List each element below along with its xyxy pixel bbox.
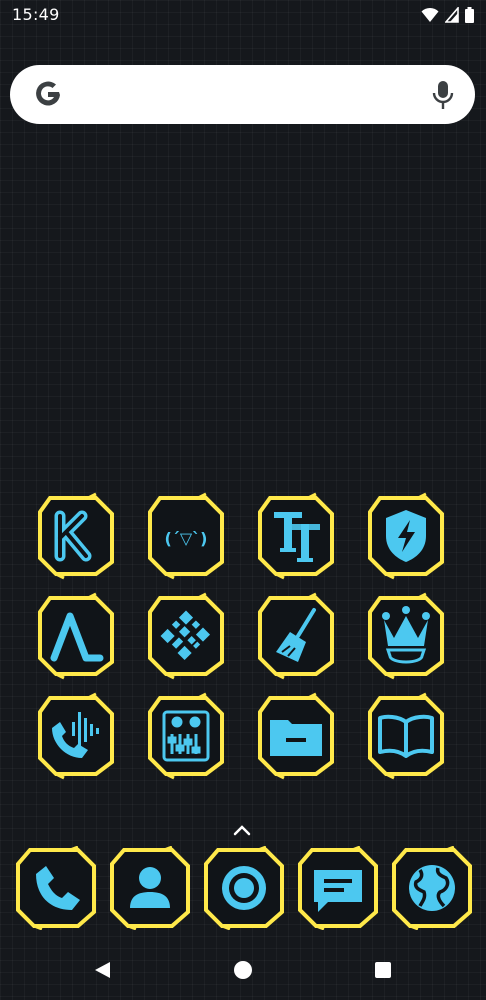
app-drawer-arrow[interactable] — [232, 822, 252, 841]
app-kaomoji[interactable]: (´▽`) — [144, 492, 228, 580]
dock-browser[interactable] — [390, 846, 474, 930]
app-qr[interactable] — [144, 592, 228, 680]
navigation-bar — [0, 940, 486, 1000]
dock-phone[interactable] — [14, 846, 98, 930]
chevron-up-icon — [233, 825, 251, 836]
app-zigzag[interactable] — [34, 592, 118, 680]
google-g-icon[interactable] — [32, 79, 64, 115]
cellular-signal-icon — [445, 7, 459, 23]
dock-messages[interactable] — [296, 846, 380, 930]
app-crown[interactable] — [364, 592, 448, 680]
camera-icon — [222, 866, 266, 910]
browser-globe-icon — [409, 865, 455, 911]
dock-camera[interactable] — [202, 846, 286, 930]
back-icon[interactable] — [92, 960, 112, 984]
battery-icon — [465, 7, 474, 23]
app-files[interactable] — [254, 692, 338, 780]
mic-icon[interactable] — [431, 79, 455, 115]
app-cleaner[interactable] — [254, 592, 338, 680]
folder-icon — [270, 720, 322, 756]
app-k[interactable] — [34, 492, 118, 580]
dock-contacts[interactable] — [108, 846, 192, 930]
app-call-recorder[interactable] — [34, 692, 118, 780]
kaomoji-icon: (´▽`) — [165, 529, 208, 548]
app-mixer[interactable] — [144, 692, 228, 780]
status-bar: 15:49 — [0, 0, 486, 32]
status-time: 15:49 — [12, 5, 60, 24]
app-security[interactable] — [364, 492, 448, 580]
home-icon[interactable] — [233, 960, 253, 984]
google-search-bar[interactable] — [10, 65, 475, 124]
app-reader[interactable] — [364, 692, 448, 780]
recents-icon[interactable] — [373, 960, 393, 984]
app-fonts[interactable] — [254, 492, 338, 580]
wifi-icon — [421, 7, 439, 23]
